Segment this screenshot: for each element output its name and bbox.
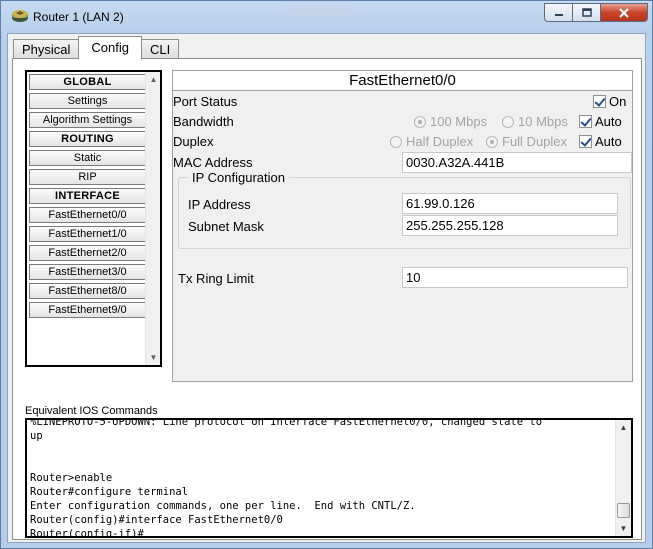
console-scroll-thumb[interactable] xyxy=(617,503,630,518)
minimize-button[interactable] xyxy=(544,3,572,22)
console-scrollbar[interactable]: ▲ ▼ xyxy=(615,420,631,536)
full-duplex-label: Full Duplex xyxy=(502,134,568,149)
nav-header-routing[interactable]: ROUTING xyxy=(29,131,146,147)
scroll-down-icon[interactable]: ▼ xyxy=(616,521,631,536)
duplex-label: Duplex xyxy=(173,134,214,149)
ip-configuration-title: IP Configuration xyxy=(188,170,289,185)
mac-address-label: MAC Address xyxy=(173,155,253,170)
tab-bar: Physical Config CLI xyxy=(13,36,180,59)
nav-header-interface[interactable]: INTERFACE xyxy=(29,188,146,204)
interface-config-panel: FastEthernet0/0 Port Status On Bandwidth… xyxy=(172,70,633,382)
scroll-down-icon[interactable]: ▼ xyxy=(146,350,161,365)
nav-item-settings[interactable]: Settings xyxy=(29,93,146,109)
scroll-up-icon[interactable]: ▲ xyxy=(146,72,161,87)
half-duplex-radio[interactable]: Half Duplex xyxy=(390,134,473,149)
radio-selected-icon xyxy=(486,136,498,148)
nav-item-fastethernet0-0[interactable]: FastEthernet0/0 xyxy=(29,207,146,223)
maximize-button[interactable] xyxy=(572,3,600,22)
blurred-title-region xyxy=(291,7,351,15)
router-app-icon xyxy=(11,9,28,23)
router-config-window: Router 1 (LAN 2) Physical Config CLI GLO… xyxy=(0,0,653,549)
minimize-icon xyxy=(554,13,563,16)
nav-item-algorithm-settings[interactable]: Algorithm Settings xyxy=(29,112,146,128)
nav-item-fastethernet8-0[interactable]: FastEthernet8/0 xyxy=(29,283,146,299)
subnet-mask-label: Subnet Mask xyxy=(188,219,264,234)
ip-address-label: IP Address xyxy=(188,197,251,212)
nav-scrollbar[interactable]: ▲ ▼ xyxy=(145,72,160,365)
checkbox-checked-icon xyxy=(593,95,606,108)
ios-commands-label: Equivalent IOS Commands xyxy=(25,405,158,417)
on-label: On xyxy=(609,94,627,109)
duplex-auto-checkbox[interactable]: Auto xyxy=(579,134,622,149)
mac-address-field[interactable]: 0030.A32A.441B xyxy=(402,152,632,173)
nav-item-rip[interactable]: RIP xyxy=(29,169,146,185)
config-tab-panel: GLOBAL Settings Algorithm Settings ROUTI… xyxy=(12,58,642,540)
duplex-auto-label: Auto xyxy=(595,134,622,149)
bandwidth-10-label: 10 Mbps xyxy=(518,114,568,129)
radio-empty-icon xyxy=(502,116,514,128)
scroll-up-icon[interactable]: ▲ xyxy=(616,420,631,435)
title-bar: Router 1 (LAN 2) xyxy=(1,1,652,33)
nav-item-fastethernet2-0[interactable]: FastEthernet2/0 xyxy=(29,245,146,261)
bandwidth-100-radio[interactable]: 100 Mbps xyxy=(414,114,487,129)
nav-item-fastethernet3-0[interactable]: FastEthernet3/0 xyxy=(29,264,146,280)
close-icon xyxy=(619,7,629,18)
nav-item-fastethernet9-0[interactable]: FastEthernet9/0 xyxy=(29,302,146,318)
ios-console-text: %LINEPROTO-5-UPDOWN: Line protocol on In… xyxy=(30,418,543,538)
port-status-on-checkbox[interactable]: On xyxy=(593,94,626,109)
ios-commands-console[interactable]: %LINEPROTO-5-UPDOWN: Line protocol on In… xyxy=(25,418,633,538)
tab-cli[interactable]: CLI xyxy=(141,39,180,59)
window-title: Router 1 (LAN 2) xyxy=(33,10,124,24)
full-duplex-radio[interactable]: Full Duplex xyxy=(486,134,567,149)
subnet-mask-field[interactable]: 255.255.255.128 xyxy=(402,215,618,236)
tab-config[interactable]: Config xyxy=(78,36,142,59)
bandwidth-label: Bandwidth xyxy=(173,114,234,129)
checkbox-checked-icon xyxy=(579,115,592,128)
checkbox-checked-icon xyxy=(579,135,592,148)
half-duplex-label: Half Duplex xyxy=(406,134,474,149)
tx-ring-limit-field[interactable]: 10 xyxy=(402,267,628,288)
tx-ring-limit-label: Tx Ring Limit xyxy=(178,271,254,286)
nav-item-static[interactable]: Static xyxy=(29,150,146,166)
bandwidth-100-label: 100 Mbps xyxy=(430,114,488,129)
tab-physical[interactable]: Physical xyxy=(13,39,80,59)
close-button[interactable] xyxy=(600,3,648,22)
nav-item-fastethernet1-0[interactable]: FastEthernet1/0 xyxy=(29,226,146,242)
bandwidth-auto-checkbox[interactable]: Auto xyxy=(579,114,622,129)
ip-address-field[interactable]: 61.99.0.126 xyxy=(402,193,618,214)
maximize-icon xyxy=(581,7,592,17)
nav-header-global[interactable]: GLOBAL xyxy=(29,74,146,90)
radio-empty-icon xyxy=(390,136,402,148)
client-area: Physical Config CLI GLOBAL Settings Algo… xyxy=(7,33,646,543)
port-status-label: Port Status xyxy=(173,94,238,109)
radio-selected-icon xyxy=(414,116,426,128)
interface-title: FastEthernet0/0 xyxy=(173,71,632,91)
bandwidth-10-radio[interactable]: 10 Mbps xyxy=(502,114,568,129)
config-nav-list: GLOBAL Settings Algorithm Settings ROUTI… xyxy=(25,70,162,367)
ip-configuration-group: IP Configuration IP Address 61.99.0.126 … xyxy=(178,170,631,249)
bandwidth-auto-label: Auto xyxy=(595,114,622,129)
